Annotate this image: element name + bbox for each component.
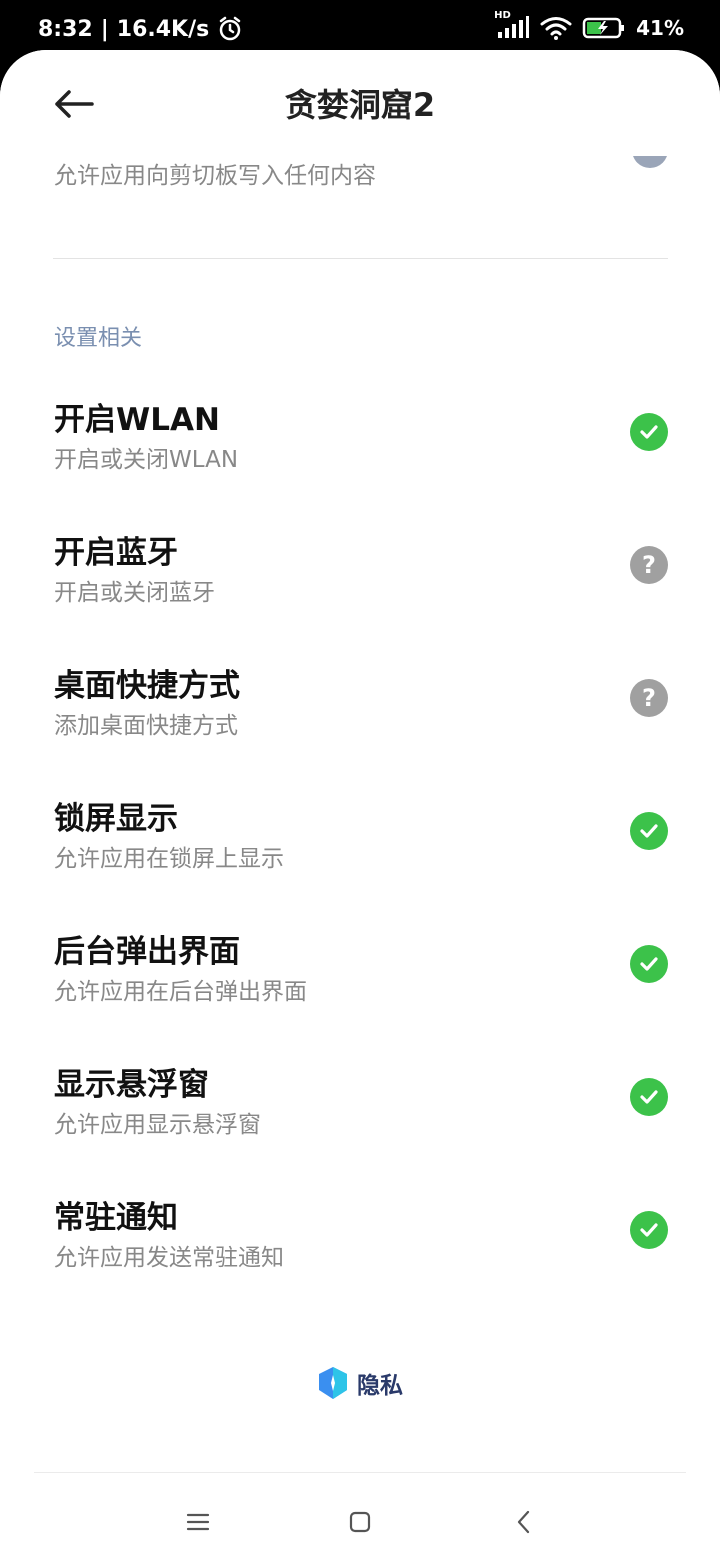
permission-row-shortcut[interactable]: 桌面快捷方式 添加桌面快捷方式 ? (0, 646, 720, 779)
permission-title: 后台弹出界面 (54, 934, 240, 970)
permission-subtitle: 添加桌面快捷方式 (54, 713, 238, 739)
privacy-shield-icon (319, 1367, 347, 1399)
check-icon[interactable] (630, 945, 668, 983)
check-icon[interactable] (630, 812, 668, 850)
privacy-badge[interactable]: 隐私 (0, 1366, 720, 1400)
status-separator: | (100, 16, 109, 42)
privacy-label: 隐私 (357, 1373, 403, 1399)
permission-subtitle: 允许应用显示悬浮窗 (54, 1112, 261, 1138)
section-divider (53, 258, 668, 259)
permission-row-wlan[interactable]: 开启WLAN 开启或关闭WLAN (0, 380, 720, 513)
permission-row-background-popup[interactable]: 后台弹出界面 允许应用在后台弹出界面 (0, 912, 720, 1045)
home-icon[interactable] (338, 1500, 382, 1544)
section-header: 设置相关 (54, 326, 143, 351)
permission-title: 常驻通知 (54, 1200, 178, 1236)
permission-list: 开启WLAN 开启或关闭WLAN 开启蓝牙 开启或关闭蓝牙 ? 桌面快捷方式 添… (0, 380, 720, 1311)
permission-subtitle: 允许应用在后台弹出界面 (54, 979, 307, 1005)
question-mark-icon[interactable]: ? (630, 546, 668, 584)
check-icon[interactable] (630, 1078, 668, 1116)
permission-row-lockscreen[interactable]: 锁屏显示 允许应用在锁屏上显示 (0, 779, 720, 912)
alarm-icon (217, 16, 243, 42)
page-title: 贪婪洞窟2 (284, 86, 436, 124)
nav-divider (34, 1472, 686, 1473)
back-icon[interactable] (502, 1500, 546, 1544)
permission-row-persistent-notification[interactable]: 常驻通知 允许应用发送常驻通知 (0, 1178, 720, 1311)
check-icon[interactable] (630, 413, 668, 451)
permission-title: 显示悬浮窗 (54, 1067, 209, 1103)
permission-title: 桌面快捷方式 (54, 668, 240, 704)
permission-subtitle: 开启或关闭蓝牙 (54, 580, 215, 606)
permission-row-bluetooth[interactable]: 开启蓝牙 开启或关闭蓝牙 ? (0, 513, 720, 646)
status-time: 8:32 (38, 16, 93, 42)
permission-subtitle: 允许应用发送常驻通知 (54, 1245, 284, 1271)
status-right: HD 41% (494, 10, 684, 40)
question-mark-icon[interactable]: ? (630, 679, 668, 717)
permission-title: 开启蓝牙 (54, 535, 178, 571)
battery-level: 41% (636, 16, 684, 40)
app-header: 贪婪洞窟2 (0, 50, 720, 156)
permission-subtitle: 允许应用在锁屏上显示 (54, 846, 284, 872)
signal-icon: HD (494, 10, 530, 40)
permission-title: 锁屏显示 (54, 801, 178, 837)
clipboard-permission-subtitle: 允许应用向剪切板写入任何内容 (54, 163, 376, 189)
permission-row-floating-window[interactable]: 显示悬浮窗 允许应用显示悬浮窗 (0, 1045, 720, 1178)
status-left: 8:32 | 16.4K/s (38, 16, 243, 42)
permission-title: 开启WLAN (54, 402, 220, 438)
system-nav-bar (0, 1480, 720, 1560)
network-badge: HD (494, 10, 511, 21)
menu-icon[interactable] (176, 1500, 220, 1544)
app-screen: 允许应用向剪切板写入任何内容 贪婪洞窟2 设置相关 开启WLAN 开启或关闭WL… (0, 50, 720, 1560)
wifi-icon (540, 16, 572, 40)
permission-subtitle: 开启或关闭WLAN (54, 447, 239, 473)
battery-charging-icon (582, 16, 626, 40)
status-net-speed: 16.4K/s (116, 16, 210, 42)
check-icon[interactable] (630, 1211, 668, 1249)
